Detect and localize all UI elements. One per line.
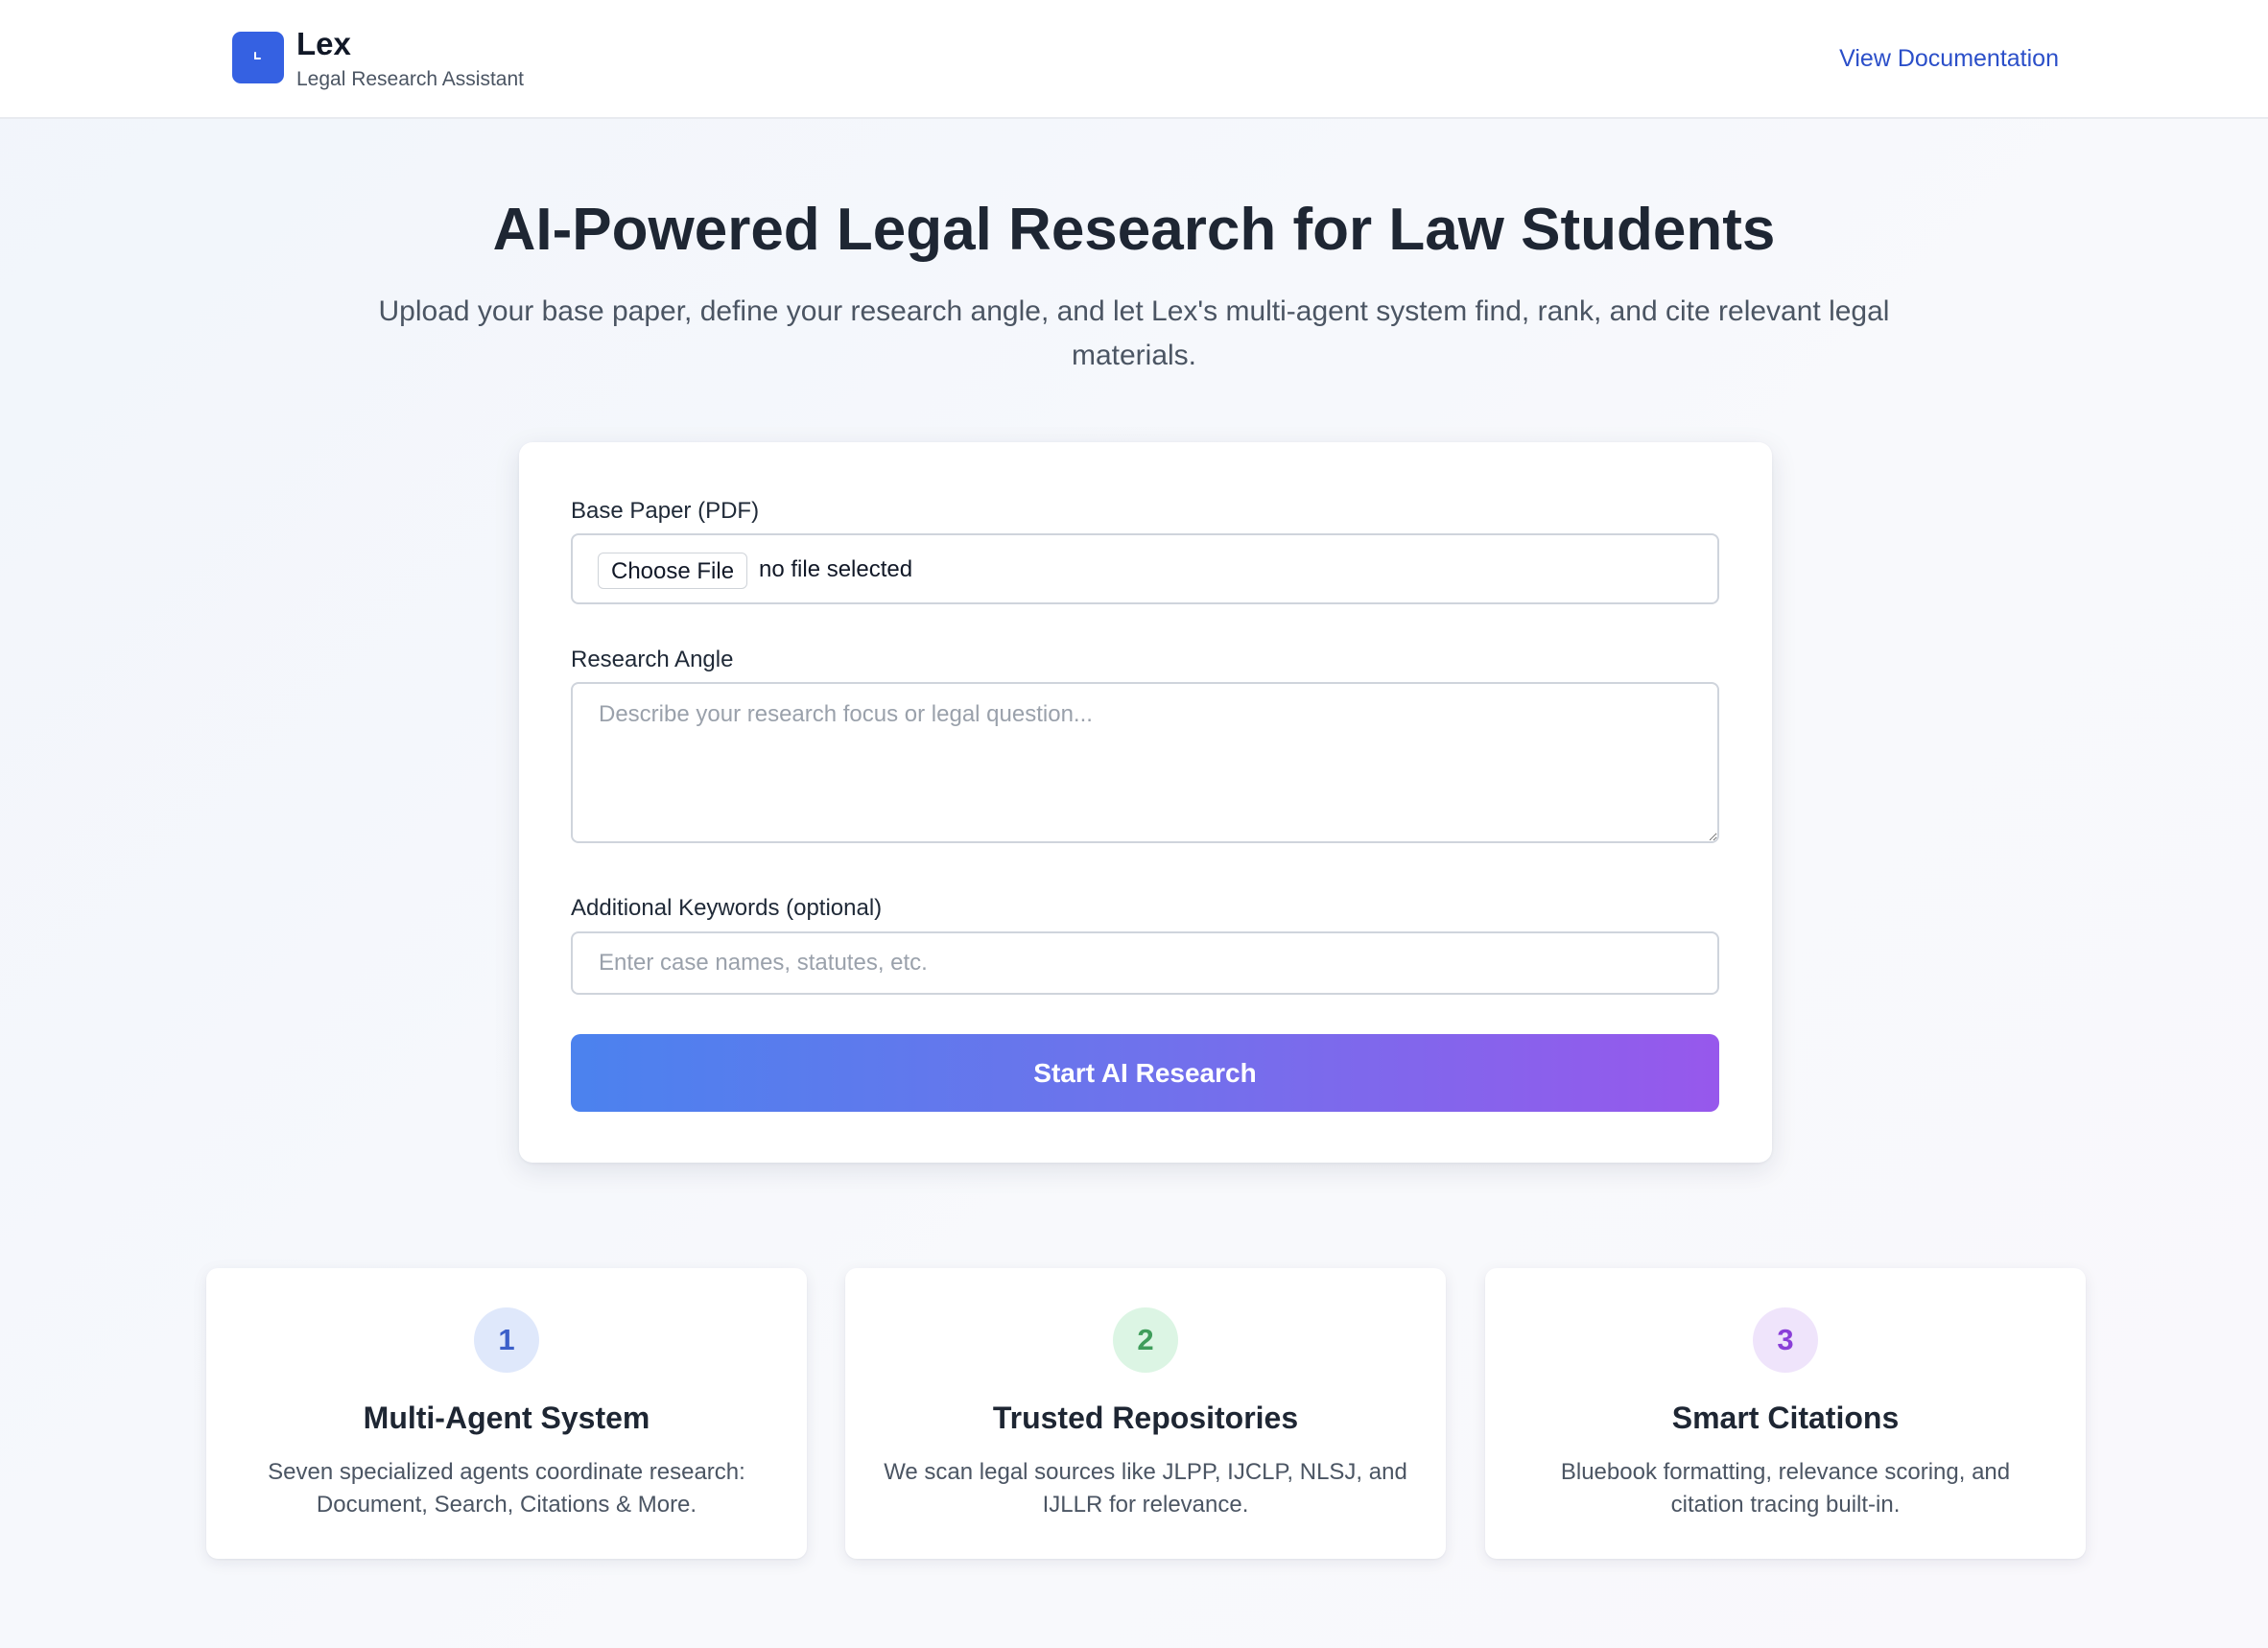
- file-status-text: no file selected: [759, 556, 913, 582]
- logo: [232, 32, 284, 83]
- keywords-label: Additional Keywords (optional): [571, 895, 883, 921]
- feature-title: Smart Citations: [1671, 1401, 1900, 1435]
- feature-description: Seven specialized agents coordinate rese…: [268, 1459, 745, 1518]
- page-title: AI-Powered Legal Research for Law Studen…: [492, 197, 1776, 263]
- step-number-badge: 1: [474, 1307, 539, 1373]
- feature-card-trusted-repositories: 2 Trusted Repositories We scan legal sou…: [845, 1268, 1446, 1559]
- keywords-input[interactable]: [571, 931, 1719, 995]
- top-header: Lex Legal Research Assistant View Docume…: [0, 0, 2268, 119]
- step-number-badge: 3: [1753, 1307, 1818, 1373]
- feature-description: Bluebook formatting, relevance scoring, …: [1560, 1459, 2011, 1518]
- feature-card-smart-citations: 3 Smart Citations Bluebook formatting, r…: [1485, 1268, 2086, 1559]
- feature-description: We scan legal sources like JLPP, IJCLP, …: [884, 1459, 1407, 1518]
- brand-name: Lex: [296, 26, 351, 61]
- research-form-card: Base Paper (PDF) Choose File no file sel…: [519, 442, 1772, 1163]
- brand-subtitle: Legal Research Assistant: [296, 68, 524, 90]
- base-paper-label: Base Paper (PDF): [571, 498, 760, 524]
- research-angle-label: Research Angle: [571, 647, 734, 672]
- feature-card-multi-agent: 1 Multi-Agent System Seven specialized a…: [206, 1268, 807, 1559]
- start-ai-research-button[interactable]: Start AI Research: [571, 1034, 1719, 1112]
- clock-icon: [254, 52, 261, 59]
- base-paper-file-input[interactable]: Choose File no file selected: [571, 533, 1719, 604]
- feature-title: Trusted Repositories: [992, 1401, 1299, 1435]
- page-subtitle: Upload your base paper, define your rese…: [378, 295, 1890, 371]
- feature-title: Multi-Agent System: [363, 1401, 650, 1435]
- research-angle-textarea[interactable]: [571, 682, 1719, 843]
- choose-file-button[interactable]: Choose File: [598, 553, 748, 589]
- step-number-badge: 2: [1113, 1307, 1178, 1373]
- view-documentation-link[interactable]: View Documentation: [1839, 44, 2059, 73]
